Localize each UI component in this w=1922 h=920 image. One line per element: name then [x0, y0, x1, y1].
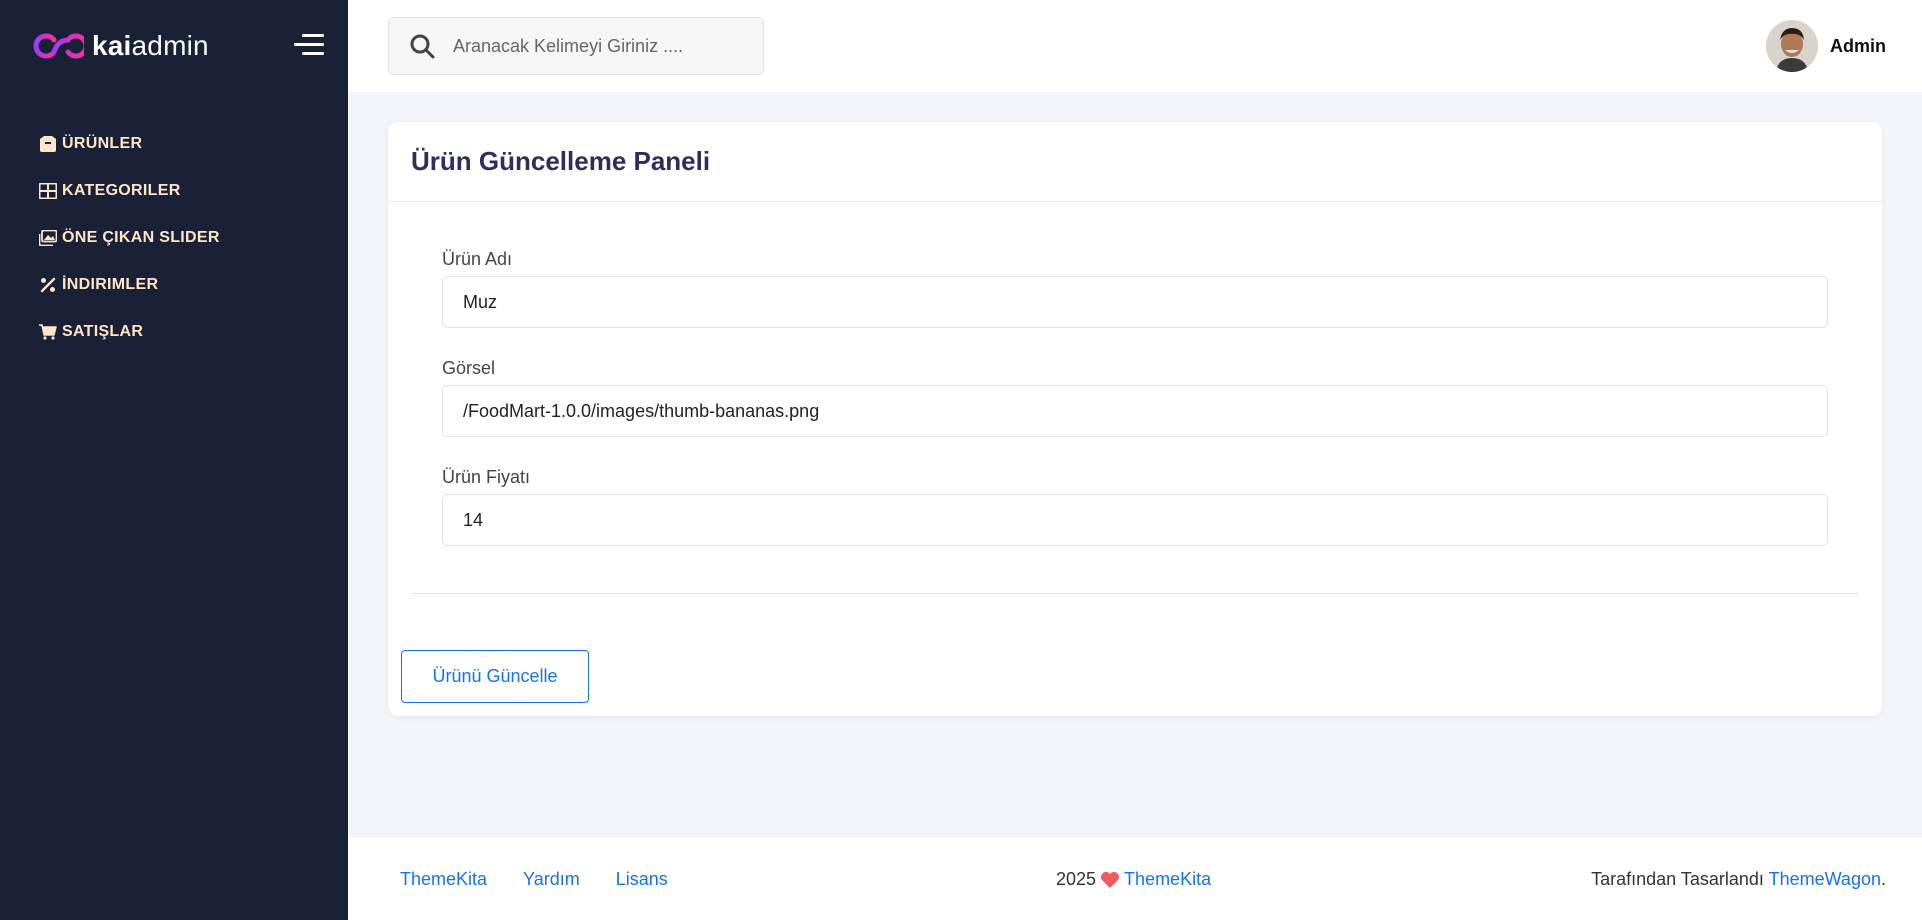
divider [388, 201, 1882, 202]
sidebar-item-indirimler[interactable]: İNDIRIMLER [0, 261, 348, 308]
card-title: Ürün Güncelleme Paneli [411, 146, 711, 176]
search-box [388, 17, 764, 75]
footer-links: ThemeKita Yardım Lisans [400, 869, 668, 890]
sidebar-item-urunler[interactable]: ÜRÜNLER [0, 120, 348, 167]
copyright-year: 2025 [1056, 869, 1097, 889]
percent-icon [38, 276, 58, 294]
cart-icon [38, 323, 58, 341]
box-icon [38, 135, 58, 153]
logo-text[interactable]: kaiadmin [92, 30, 209, 62]
sidebar-item-label: KATEGORILER [62, 181, 181, 199]
divider [411, 593, 1859, 594]
credit-text: Tarafından Tasarlandı [1591, 869, 1764, 889]
logo-icon [33, 33, 84, 59]
form-group-price: Ürün Fiyatı [442, 467, 1828, 546]
sidebar-item-label: ÖNE ÇIKAN SLIDER [62, 228, 220, 246]
credit-link[interactable]: ThemeWagon [1769, 869, 1881, 889]
user-menu[interactable]: Admin [1766, 20, 1886, 72]
product-update-card: Ürün Güncelleme Paneli Ürün Adı Görsel Ü… [388, 122, 1882, 716]
footer-link-license[interactable]: Lisans [616, 869, 668, 890]
footer-link-help[interactable]: Yardım [523, 869, 580, 890]
menu-toggle-icon[interactable] [294, 34, 324, 58]
sidebar-item-label: İNDIRIMLER [62, 275, 159, 293]
copyright: 2025 ThemeKita [1056, 869, 1211, 890]
search-input[interactable] [453, 35, 733, 57]
image-label: Görsel [442, 358, 496, 378]
sidebar-item-one-cikan-slider[interactable]: ÖNE ÇIKAN SLIDER [0, 214, 348, 261]
sidebar-item-kategoriler[interactable]: KATEGORILER [0, 167, 348, 214]
product-name-label: Ürün Adı [442, 249, 513, 269]
sidebar-item-label: ÜRÜNLER [62, 134, 143, 152]
credit: Tarafından Tasarlandı ThemeWagon. [1591, 869, 1886, 890]
copyright-brand-link[interactable]: ThemeKita [1124, 869, 1211, 890]
sidebar-item-label: SATIŞLAR [62, 322, 144, 340]
top-header: Admin [348, 0, 1922, 92]
product-name-input[interactable] [442, 276, 1828, 328]
form-group-image: Görsel [442, 358, 1828, 437]
image-path-input[interactable] [442, 385, 1828, 437]
images-icon [38, 229, 58, 247]
user-name: Admin [1830, 35, 1886, 56]
sidebar-item-satislar[interactable]: SATIŞLAR [0, 308, 348, 355]
price-input[interactable] [442, 494, 1828, 546]
price-label: Ürün Fiyatı [442, 467, 531, 487]
heart-icon [1101, 871, 1120, 888]
search-icon[interactable] [409, 33, 435, 59]
sidebar: kaiadmin ÜRÜNLER KATEGORILER ÖNE ÇIKAN S… [0, 0, 348, 920]
form-group-product-name: Ürün Adı [442, 249, 1828, 328]
avatar [1766, 20, 1818, 72]
logo-bar: kaiadmin [0, 0, 348, 92]
grid-icon [38, 182, 58, 200]
credit-suffix: . [1880, 869, 1886, 889]
update-product-button[interactable]: Ürünü Güncelle [401, 650, 589, 703]
page-footer: ThemeKita Yardım Lisans 2025 ThemeKita T… [348, 836, 1922, 920]
footer-link-themekita[interactable]: ThemeKita [400, 869, 487, 890]
sidebar-nav: ÜRÜNLER KATEGORILER ÖNE ÇIKAN SLIDER İND… [0, 92, 348, 355]
